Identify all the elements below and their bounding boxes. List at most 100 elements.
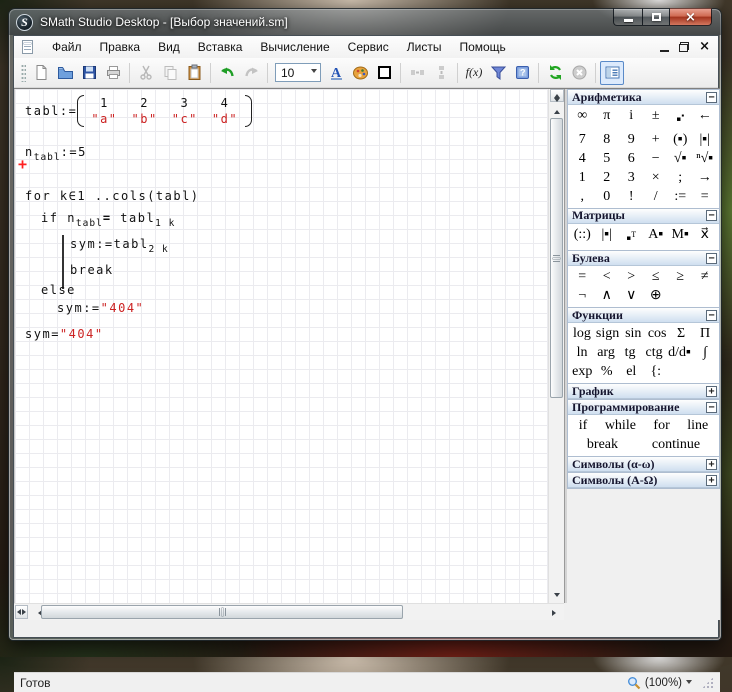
palette-header[interactable]: Программирование− — [568, 400, 719, 415]
font-size-dropdown[interactable] — [307, 64, 320, 81]
collapse-icon[interactable]: − — [706, 253, 717, 264]
menu-item-4[interactable]: Вычисление — [251, 37, 338, 57]
background-color-button[interactable] — [348, 61, 372, 85]
horizontal-scroll-thumb[interactable] — [41, 605, 403, 619]
palette-symbol-button[interactable]: ≠ — [693, 267, 718, 286]
palette-symbol-button[interactable]: ! — [619, 187, 644, 206]
reference-book-button[interactable]: ? — [510, 61, 534, 85]
palette-symbol-button[interactable]: 4 — [570, 149, 595, 168]
code-break-line[interactable]: break — [70, 263, 114, 277]
palette-symbol-button[interactable]: Π — [693, 324, 717, 343]
palette-header[interactable]: Символы (A-Ω)+ — [568, 473, 719, 488]
palette-symbol-button[interactable]: 7 — [570, 130, 595, 149]
palette-symbol-button[interactable]: arg — [594, 343, 618, 362]
collapse-icon[interactable]: − — [706, 310, 717, 321]
code-for-line[interactable]: for k∈1 ..cols(tabl) — [25, 189, 200, 203]
minimize-button[interactable] — [613, 8, 642, 26]
mdi-minimize-icon[interactable] — [660, 43, 669, 52]
palette-symbol-button[interactable]: 8 — [595, 130, 620, 149]
palette-symbol-button[interactable]: log — [570, 324, 594, 343]
palette-symbol-button[interactable]: / — [644, 187, 669, 206]
expand-icon[interactable]: + — [706, 475, 717, 486]
palette-symbol-button[interactable]: x⃗ — [693, 225, 718, 249]
palette-symbol-button[interactable]: 6 — [619, 149, 644, 168]
paste-button[interactable] — [182, 61, 206, 85]
palette-symbol-button[interactable]: A▪ — [644, 225, 669, 249]
menu-item-3[interactable]: Вставка — [189, 37, 252, 57]
palette-symbol-button[interactable]: (▪) — [668, 130, 693, 149]
palette-symbol-button[interactable]: ∨ — [619, 286, 644, 305]
palette-symbol-button[interactable]: ⊕ — [644, 286, 669, 305]
interrupt-button[interactable] — [567, 61, 591, 85]
code-if-line[interactable]: if ntabl= tabl1 k — [41, 211, 175, 225]
worksheet-canvas[interactable]: tabl:= 1 2 3 4 "a" "b" "c" — [14, 89, 548, 603]
palette-symbol-button[interactable]: continue — [650, 435, 702, 454]
menu-item-2[interactable]: Вид — [149, 37, 189, 57]
open-button[interactable] — [53, 61, 77, 85]
zoom-control[interactable]: (100%) — [627, 676, 714, 690]
palette-symbol-button[interactable]: 2 — [595, 168, 620, 187]
font-size-combobox[interactable]: 10 — [275, 63, 321, 82]
code-then-assign-line[interactable]: sym:=tabl2 k — [70, 237, 169, 251]
palette-symbol-button[interactable]: = — [693, 187, 718, 206]
save-button[interactable] — [77, 61, 101, 85]
palette-symbol-button[interactable]: π — [595, 106, 620, 130]
scroll-up-button[interactable] — [549, 104, 565, 116]
palette-symbol-button[interactable]: sign — [594, 324, 621, 343]
horizontal-splitter-handle[interactable] — [15, 605, 28, 619]
palette-symbol-button[interactable]: + — [644, 130, 669, 149]
insertion-cursor[interactable]: + — [18, 159, 27, 170]
new-document-button[interactable] — [29, 61, 53, 85]
horizontal-scrollbar[interactable] — [14, 603, 564, 620]
palette-symbol-button[interactable]: ▪T — [619, 225, 644, 249]
vertical-scrollbar[interactable] — [548, 89, 564, 603]
palette-symbol-button[interactable]: i — [619, 106, 644, 130]
palette-symbol-button[interactable]: 3 — [619, 168, 644, 187]
toolbar-grip[interactable] — [21, 64, 26, 82]
palette-symbol-button[interactable]: 1 — [570, 168, 595, 187]
menu-item-7[interactable]: Помощь — [450, 37, 514, 57]
palette-header[interactable]: Матрицы− — [568, 209, 719, 224]
menu-item-5[interactable]: Сервис — [339, 37, 398, 57]
palette-header[interactable]: Символы (α-ω)+ — [568, 457, 719, 472]
palette-symbol-button[interactable]: while — [603, 416, 638, 435]
border-button[interactable] — [372, 61, 396, 85]
palette-header[interactable]: Арифметика− — [568, 90, 719, 105]
palette-symbol-button[interactable]: → — [693, 168, 718, 187]
palette-symbol-button[interactable]: ¬ — [570, 286, 595, 305]
palette-symbol-button[interactable]: , — [570, 187, 595, 206]
palette-symbol-button[interactable]: cos — [645, 324, 669, 343]
palette-symbol-button[interactable]: 9 — [619, 130, 644, 149]
maximize-button[interactable] — [642, 8, 670, 26]
palette-symbol-button[interactable]: ▪▪ — [668, 106, 693, 130]
palette-symbol-button[interactable]: for — [651, 416, 671, 435]
vertical-splitter-handle[interactable] — [550, 89, 564, 102]
expand-icon[interactable]: + — [706, 459, 717, 470]
palette-symbol-button[interactable]: sin — [621, 324, 645, 343]
zoom-dropdown-icon[interactable] — [686, 680, 692, 687]
palette-symbol-button[interactable]: 0 — [595, 187, 620, 206]
palette-symbol-button[interactable]: > — [619, 267, 644, 286]
expression-tabl-definition[interactable]: tabl:= 1 2 3 4 "a" "b" "c" — [25, 95, 252, 127]
palette-symbol-button[interactable]: ← — [693, 106, 718, 130]
palette-symbol-button[interactable]: × — [644, 168, 669, 187]
palette-symbol-button[interactable]: ≤ — [644, 267, 669, 286]
palette-symbol-button[interactable]: < — [595, 267, 620, 286]
resize-grip[interactable] — [702, 677, 714, 689]
menu-item-0[interactable]: Файл — [43, 37, 91, 57]
palette-header[interactable]: Булева− — [568, 251, 719, 266]
palette-symbol-button[interactable]: ± — [644, 106, 669, 130]
recalculate-button[interactable] — [543, 61, 567, 85]
palette-symbol-button[interactable]: (::) — [570, 225, 595, 249]
cut-button[interactable] — [134, 61, 158, 85]
palette-symbol-button[interactable]: exp — [570, 362, 595, 381]
palette-symbol-button[interactable]: ∞ — [570, 106, 595, 130]
dynamic-assistance-button[interactable] — [486, 61, 510, 85]
palette-symbol-button[interactable]: ctg — [642, 343, 666, 362]
palette-symbol-button[interactable]: ; — [668, 168, 693, 187]
menu-item-6[interactable]: Листы — [398, 37, 451, 57]
expression-result[interactable]: sym="404" — [25, 327, 104, 341]
palette-symbol-button[interactable]: ≥ — [668, 267, 693, 286]
redo-button[interactable] — [239, 61, 263, 85]
palette-symbol-button[interactable]: if — [577, 416, 590, 435]
